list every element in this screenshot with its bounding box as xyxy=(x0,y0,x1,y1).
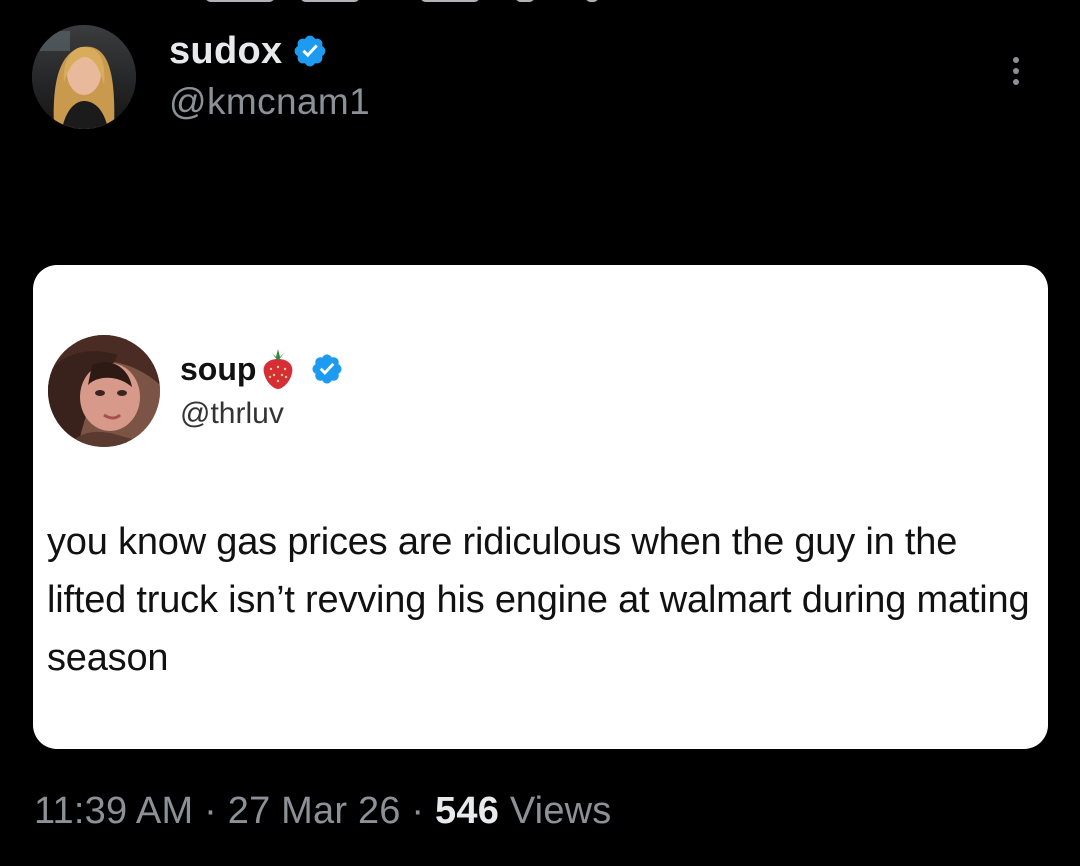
author-display-name[interactable]: sudox xyxy=(169,30,282,73)
post-date[interactable]: 27 Mar 26 xyxy=(228,790,401,832)
post-media-image[interactable]: soup @thrluv you know gas prices are rid… xyxy=(33,265,1048,749)
quoted-author-avatar xyxy=(48,335,160,447)
more-vertical-icon[interactable] xyxy=(996,51,1036,91)
quoted-verified-badge-icon xyxy=(310,352,344,386)
views-label[interactable]: Views xyxy=(510,790,612,832)
author-handle[interactable]: @kmcnam1 xyxy=(169,81,370,123)
previous-post-text-fragment xyxy=(0,0,1080,8)
post-author-header: sudox @kmcnam1 xyxy=(32,25,1048,135)
quoted-author-display-name: soup xyxy=(180,350,257,387)
verified-badge-icon xyxy=(292,33,328,69)
post-metadata: 11:39 AM · 27 Mar 26 · 546 Views xyxy=(34,790,612,833)
post-time[interactable]: 11:39 AM xyxy=(34,790,193,832)
quoted-post-text: you know gas prices are ridiculous when … xyxy=(47,521,1030,679)
meta-separator: · xyxy=(411,790,425,832)
views-count[interactable]: 546 xyxy=(435,790,499,832)
strawberry-icon xyxy=(260,347,296,391)
author-avatar[interactable] xyxy=(32,25,136,129)
meta-separator: · xyxy=(204,790,217,832)
quoted-author-handle: @thrluv xyxy=(180,397,284,430)
